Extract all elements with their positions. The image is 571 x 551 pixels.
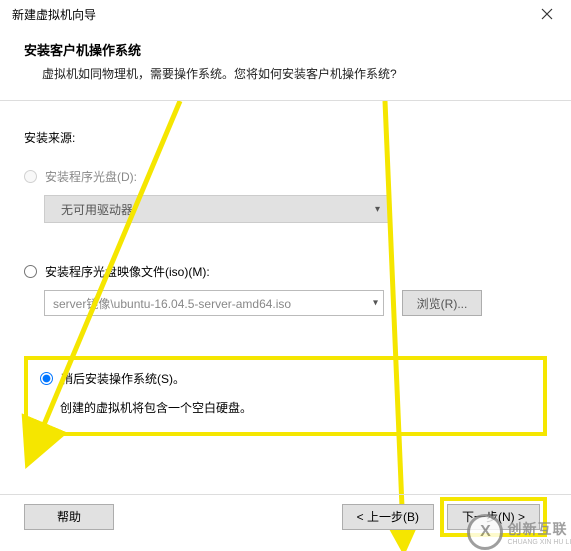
close-icon xyxy=(541,8,553,20)
wizard-heading: 安装客户机操作系统 xyxy=(24,40,547,59)
back-button[interactable]: < 上一步(B) xyxy=(342,504,434,530)
option-disc-radio xyxy=(24,170,37,183)
help-button[interactable]: 帮助 xyxy=(24,504,114,530)
option-later-highlight: 稍后安装操作系统(S)。 创建的虚拟机将包含一个空白硬盘。 xyxy=(24,356,547,436)
option-disc-row: 安装程序光盘(D): xyxy=(24,168,547,185)
disc-dropdown-button: 无可用驱动器 ▾ xyxy=(44,195,389,223)
next-button[interactable]: 下一步(N) > xyxy=(447,504,540,530)
install-source-label: 安装来源: xyxy=(24,129,547,146)
option-later-row[interactable]: 稍后安装操作系统(S)。 xyxy=(40,370,531,387)
option-later-desc: 创建的虚拟机将包含一个空白硬盘。 xyxy=(60,399,531,416)
title-bar: 新建虚拟机向导 xyxy=(0,0,571,28)
window-title: 新建虚拟机向导 xyxy=(12,6,96,23)
wizard-header: 安装客户机操作系统 虚拟机如同物理机，需要操作系统。您将如何安装客户机操作系统? xyxy=(0,28,571,101)
option-iso-radio[interactable] xyxy=(24,265,37,278)
disc-dropdown-text: 无可用驱动器 xyxy=(61,201,133,218)
wizard-subtext: 虚拟机如同物理机，需要操作系统。您将如何安装客户机操作系统? xyxy=(42,65,547,82)
option-iso-row: 安装程序光盘映像文件(iso)(M): xyxy=(24,263,547,280)
option-disc-label: 安装程序光盘(D): xyxy=(45,168,137,185)
option-later-label[interactable]: 稍后安装操作系统(S)。 xyxy=(61,370,185,387)
option-iso-label[interactable]: 安装程序光盘映像文件(iso)(M): xyxy=(45,263,210,280)
watermark-subtext: CHUANG XIN HU LIAN xyxy=(507,539,571,546)
browse-button: 浏览(R)... xyxy=(402,290,482,316)
chevron-down-icon: ▾ xyxy=(375,204,380,215)
wizard-content: 安装来源: 安装程序光盘(D): 无可用驱动器 ▾ 安装程序光盘映像文件(iso… xyxy=(0,101,571,481)
next-button-highlight: 下一步(N) > xyxy=(440,497,547,537)
option-later-radio[interactable] xyxy=(40,372,53,385)
close-button[interactable] xyxy=(531,2,563,26)
wizard-footer: 帮助 < 上一步(B) 下一步(N) > xyxy=(0,494,571,538)
iso-input-row: ▾ 浏览(R)... xyxy=(44,290,547,316)
iso-path-input[interactable] xyxy=(44,290,384,316)
disc-dropdown: 无可用驱动器 ▾ xyxy=(44,195,547,223)
